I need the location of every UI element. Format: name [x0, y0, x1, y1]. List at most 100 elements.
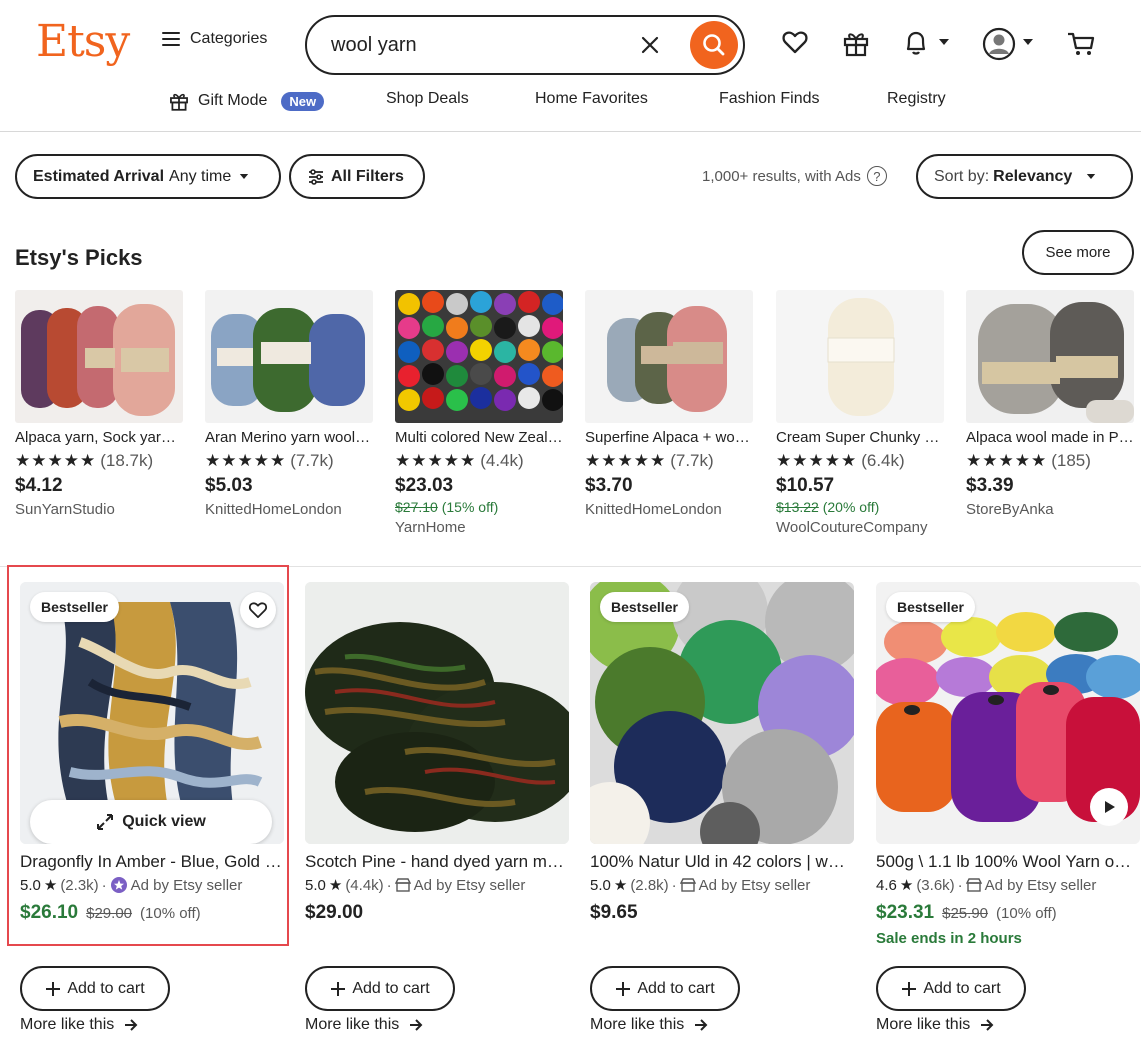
shop-name[interactable]: KnittedHomeLondon	[585, 501, 753, 518]
help-icon[interactable]: ?	[866, 166, 887, 186]
arrow-right-icon	[695, 1019, 708, 1031]
add-to-cart-button[interactable]: Add to cart	[590, 966, 740, 1011]
subnav-fashion-finds[interactable]: Fashion Finds	[719, 90, 820, 108]
sale-price: $26.10	[20, 902, 79, 923]
product-image[interactable]: Bestseller Quick view	[20, 582, 284, 844]
pick-card[interactable]: Multi colored New Zealand wool ★★★★★(4.4…	[395, 290, 563, 536]
search-button[interactable]	[690, 21, 738, 69]
chevron-down-icon[interactable]	[1022, 38, 1034, 46]
avatar-icon[interactable]	[982, 27, 1016, 61]
product-title[interactable]: Alpaca wool made in Peru Flora	[966, 429, 1134, 446]
star-icon: ★	[43, 877, 58, 894]
product-title[interactable]: Multi colored New Zealand wool	[395, 429, 563, 446]
add-to-cart-button[interactable]: Add to cart	[876, 966, 1026, 1011]
categories-button[interactable]: Categories	[162, 30, 267, 48]
menu-icon	[162, 32, 180, 46]
listing-card[interactable]: Bestseller 500g \ 1.1 lb 100% Wool Yarn …	[876, 582, 1140, 1033]
shop-name[interactable]: SunYarnStudio	[15, 501, 183, 518]
sort-dropdown[interactable]: Sort by: Relevancy	[916, 154, 1133, 199]
listing-card[interactable]: Bestseller Quick view Dragonfly In Amber…	[20, 582, 284, 1033]
original-price: $13.22	[776, 499, 819, 515]
expand-icon	[97, 814, 114, 830]
rating-row: 5.0 ★ (2.3k) · Ad by Etsy seller	[20, 876, 284, 895]
product-title[interactable]: Aran Merino yarn wool big merino	[205, 429, 373, 446]
add-to-cart-button[interactable]: Add to cart	[305, 966, 455, 1011]
gift-icon[interactable]	[842, 28, 870, 58]
separator: ·	[386, 876, 392, 894]
product-image[interactable]	[776, 290, 944, 423]
listing-card[interactable]: Scotch Pine - hand dyed yarn merino 5.0 …	[305, 582, 569, 1033]
categories-label: Categories	[190, 30, 268, 47]
play-video-button[interactable]	[1090, 788, 1128, 826]
review-count: (6.4k)	[861, 451, 905, 470]
product-price: $10.57	[776, 475, 835, 496]
results-label: 1,000+ results, with Ads	[702, 167, 861, 185]
review-count: (2.3k)	[60, 876, 99, 894]
pick-card[interactable]: Aran Merino yarn wool big merino ★★★★★(7…	[205, 290, 373, 518]
product-image[interactable]: Bestseller	[876, 582, 1140, 844]
shop-name[interactable]: StoreByAnka	[966, 501, 1134, 518]
add-to-cart-button[interactable]: Add to cart	[20, 966, 170, 1011]
product-image[interactable]	[205, 290, 373, 423]
pick-card[interactable]: Cream Super Chunky merino wool ★★★★★(6.4…	[776, 290, 944, 536]
product-title[interactable]: Dragonfly In Amber - Blue, Gold hand dye…	[20, 852, 284, 872]
subnav-shop-deals[interactable]: Shop Deals	[386, 90, 469, 108]
shop-icon	[679, 878, 696, 892]
quick-view-button[interactable]: Quick view	[30, 800, 272, 844]
review-count: (18.7k)	[100, 451, 154, 470]
star-icon: ★	[899, 877, 914, 894]
product-image[interactable]	[15, 290, 183, 423]
pick-card[interactable]: Superfine Alpaca + wool Nepal yarn ★★★★★…	[585, 290, 753, 518]
product-image[interactable]: Bestseller	[590, 582, 854, 844]
more-like-this-link[interactable]: More like this	[20, 1016, 138, 1034]
price-row: $9.65	[590, 902, 854, 924]
product-title[interactable]: Cream Super Chunky merino wool	[776, 429, 944, 446]
pick-card[interactable]: Alpaca yarn, Sock yarn, sport weight ★★★…	[15, 290, 183, 518]
see-more-button[interactable]: See more	[1022, 230, 1134, 275]
discount-percent: (10% off)	[140, 905, 201, 922]
shop-name[interactable]: WoolCoutureCompany	[776, 519, 944, 536]
product-title[interactable]: 100% Natur Uld in 42 colors | wool yarn	[590, 852, 854, 872]
more-like-this-link[interactable]: More like this	[305, 1016, 423, 1034]
product-title[interactable]: 500g \ 1.1 lb 100% Wool Yarn on cones	[876, 852, 1140, 872]
product-title[interactable]: Scotch Pine - hand dyed yarn merino	[305, 852, 569, 872]
sub-navigation: Gift Mode New Shop Deals Home Favorites …	[0, 90, 1141, 114]
shop-name[interactable]: KnittedHomeLondon	[205, 501, 373, 518]
add-to-cart-label: Add to cart	[923, 979, 1001, 997]
more-like-this-link[interactable]: More like this	[590, 1016, 708, 1034]
product-title[interactable]: Alpaca yarn, Sock yarn, sport weight	[15, 429, 183, 446]
star-rating-icons: ★★★★★	[585, 451, 667, 470]
all-filters-button[interactable]: All Filters	[289, 154, 425, 199]
product-price: $4.12	[15, 475, 63, 496]
cart-icon[interactable]	[1066, 30, 1096, 58]
rating-row: 5.0 ★ (4.4k) · Ad by Etsy seller	[305, 876, 569, 895]
product-image[interactable]	[305, 582, 569, 844]
estimated-arrival-filter[interactable]: Estimated Arrival Any time	[15, 154, 281, 199]
pick-card[interactable]: Alpaca wool made in Peru Flora ★★★★★(185…	[966, 290, 1134, 518]
subnav-home-favorites[interactable]: Home Favorites	[535, 90, 648, 108]
rating-row: ★★★★★ (185)	[966, 451, 1134, 471]
ad-label: Ad by Etsy seller	[984, 876, 1097, 894]
shop-name[interactable]: YarnHome	[395, 519, 563, 536]
subnav-gift-mode[interactable]: Gift Mode New	[168, 90, 325, 112]
etsy-logo[interactable]: Etsy	[36, 16, 130, 67]
chevron-down-icon[interactable]	[938, 38, 950, 46]
star-rating-icons: ★★★★★	[395, 451, 477, 470]
listing-card[interactable]: Bestseller 100% Natur Uld in 42 colors |…	[590, 582, 854, 1033]
subnav-registry[interactable]: Registry	[887, 90, 946, 108]
rating-value: 4.6	[876, 876, 897, 894]
favorite-button[interactable]	[240, 592, 276, 628]
product-title[interactable]: Superfine Alpaca + wool Nepal yarn	[585, 429, 753, 446]
more-like-this-link[interactable]: More like this	[876, 1016, 994, 1034]
search-input[interactable]	[331, 33, 631, 57]
product-image[interactable]	[395, 290, 563, 423]
product-image[interactable]	[585, 290, 753, 423]
bell-icon[interactable]	[902, 28, 930, 58]
close-icon[interactable]	[637, 32, 663, 58]
more-like-label: More like this	[305, 1016, 400, 1033]
chevron-down-icon	[240, 174, 249, 179]
heart-icon[interactable]	[781, 28, 809, 56]
product-image[interactable]	[966, 290, 1134, 423]
rating-row: ★★★★★ (7.7k)	[585, 451, 753, 471]
search-icon	[703, 34, 725, 56]
